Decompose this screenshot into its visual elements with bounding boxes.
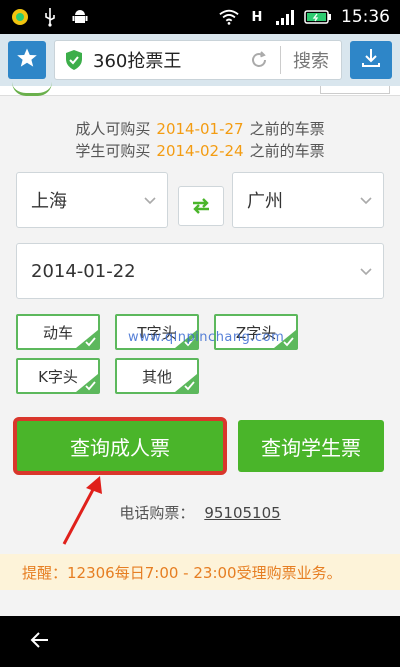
logo-fragment bbox=[12, 82, 52, 96]
check-icon bbox=[76, 330, 98, 348]
check-icon bbox=[76, 374, 98, 392]
shield-icon bbox=[61, 47, 87, 73]
phone-label: 电话购票： bbox=[119, 504, 195, 522]
refresh-icon[interactable] bbox=[244, 45, 274, 75]
student-date: 2014-02-24 bbox=[156, 142, 244, 160]
back-button[interactable] bbox=[28, 628, 52, 656]
query-adult-ticket-button[interactable]: 查询成人票 bbox=[13, 417, 227, 475]
address-bar[interactable]: 360抢票王 搜索 bbox=[54, 40, 342, 80]
to-station-select[interactable]: 广州 bbox=[232, 172, 384, 228]
navigation-bar bbox=[0, 616, 400, 667]
phone-booking: 电话购票： 95105105 bbox=[0, 502, 400, 523]
reminder-banner: 提醒：12306每日7:00 - 23:00受理购票业务。 bbox=[0, 554, 400, 590]
signal-icon bbox=[275, 7, 295, 27]
train-type-chip[interactable]: 其他 bbox=[115, 358, 199, 394]
star-icon bbox=[16, 47, 38, 73]
student-notice-suffix: 之前的车票 bbox=[249, 142, 325, 160]
adult-date: 2014-01-27 bbox=[156, 120, 244, 138]
chevron-down-icon bbox=[360, 197, 372, 205]
adult-notice: 成人可购买 2014-01-27 之前的车票 bbox=[0, 118, 400, 139]
swap-stations-button[interactable] bbox=[178, 186, 224, 226]
chevron-down-icon bbox=[144, 197, 156, 205]
page-header-edge bbox=[0, 86, 400, 96]
train-type-label: K字头 bbox=[38, 367, 78, 386]
usb-icon bbox=[40, 7, 60, 27]
train-type-chip[interactable]: K字头 bbox=[16, 358, 100, 394]
train-type-label: 动车 bbox=[42, 323, 73, 342]
check-icon bbox=[175, 374, 197, 392]
header-box bbox=[320, 86, 390, 94]
train-type-chip[interactable]: 动车 bbox=[16, 314, 100, 350]
watermark: www.qinpinchang.com bbox=[128, 330, 285, 345]
status-bar: H 15:36 bbox=[0, 0, 400, 34]
from-station-select[interactable]: 上海 bbox=[16, 172, 168, 228]
download-button[interactable] bbox=[350, 41, 392, 79]
query-student-ticket-button[interactable]: 查询学生票 bbox=[238, 420, 384, 472]
to-station-value: 广州 bbox=[247, 191, 283, 212]
search-field[interactable]: 搜索 bbox=[281, 47, 341, 73]
swap-icon bbox=[193, 198, 209, 214]
network-type-icon: H bbox=[247, 7, 267, 27]
app-notification-icon bbox=[10, 7, 30, 27]
browser-toolbar: 360抢票王 搜索 bbox=[0, 34, 400, 86]
adult-notice-suffix: 之前的车票 bbox=[249, 120, 325, 138]
wifi-icon bbox=[219, 7, 239, 27]
battery-icon bbox=[303, 7, 333, 27]
android-icon bbox=[70, 7, 90, 27]
date-value: 2014-01-22 bbox=[31, 260, 136, 282]
page-title: 360抢票王 bbox=[93, 51, 182, 72]
phone-number-link[interactable]: 95105105 bbox=[204, 504, 280, 522]
date-select[interactable]: 2014-01-22 bbox=[16, 243, 384, 299]
network-type-label: H bbox=[251, 9, 263, 25]
student-notice: 学生可购买 2014-02-24 之前的车票 bbox=[0, 140, 400, 161]
from-station-value: 上海 bbox=[31, 191, 67, 212]
bookmark-button[interactable] bbox=[8, 41, 46, 79]
adult-notice-prefix: 成人可购买 bbox=[75, 120, 151, 138]
download-icon bbox=[360, 47, 382, 73]
clock: 15:36 bbox=[341, 7, 390, 27]
back-arrow-icon bbox=[30, 631, 48, 648]
reminder-text: 提醒：12306每日7:00 - 23:00受理购票业务。 bbox=[22, 563, 342, 582]
chevron-down-icon bbox=[360, 268, 372, 276]
student-notice-prefix: 学生可购买 bbox=[75, 142, 151, 160]
train-type-label: 其他 bbox=[141, 367, 172, 386]
